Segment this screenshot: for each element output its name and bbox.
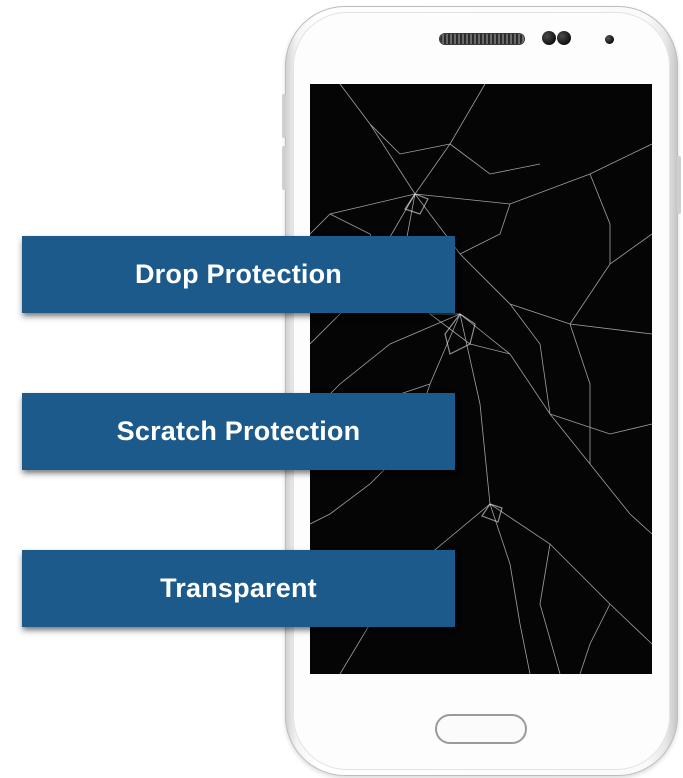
feature-label: Drop Protection [134,259,342,289]
power-button [677,156,681,214]
volume-up-button [282,94,286,138]
proximity-sensor [542,31,556,45]
feature-transparent: Transparent [22,550,455,627]
feature-drop-protection: Drop Protection [22,236,455,313]
front-camera-icon [605,35,614,44]
feature-label: Scratch Protection [116,416,361,446]
light-sensor [557,31,571,45]
smartphone-icon [282,6,681,776]
feature-label: Transparent [160,573,317,603]
product-feature-graphic: Drop Protection Scratch Protection Trans… [0,0,683,778]
volume-down-button [282,146,286,190]
earpiece-speaker [440,34,524,44]
home-button [435,714,527,744]
feature-scratch-protection: Scratch Protection [22,393,455,470]
